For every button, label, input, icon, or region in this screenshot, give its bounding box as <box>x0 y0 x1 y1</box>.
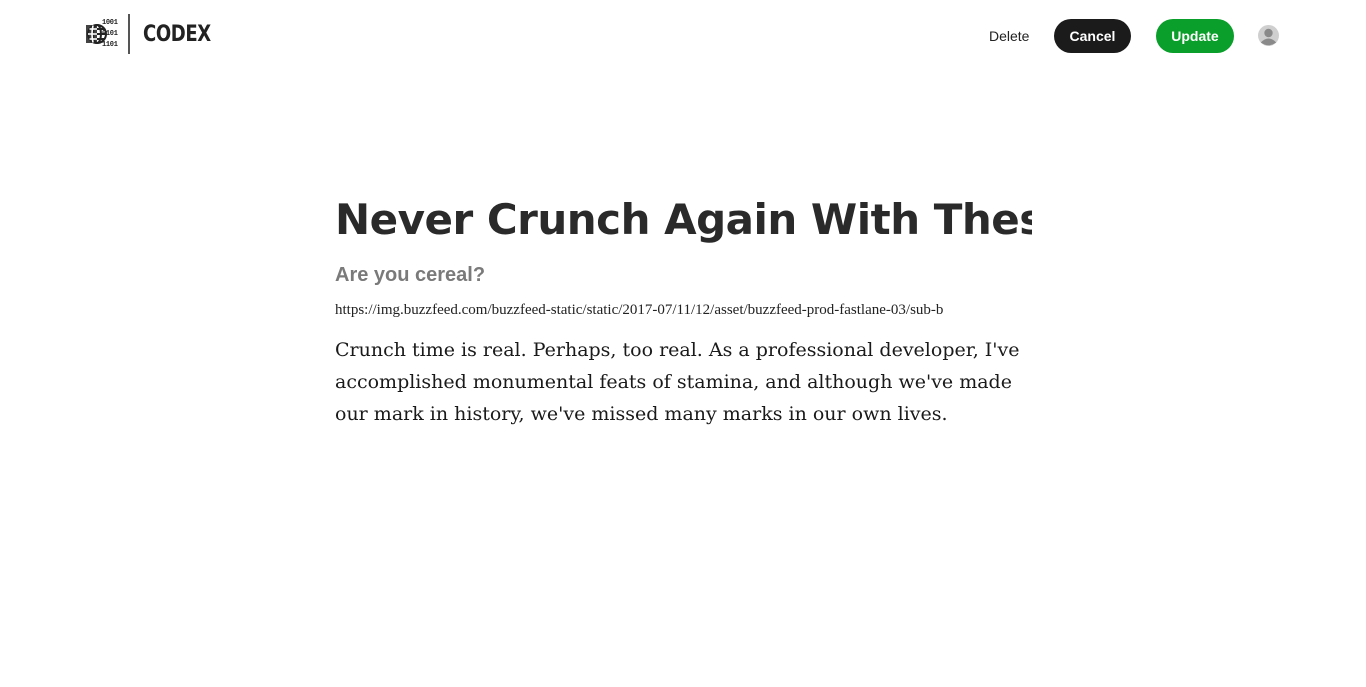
delete-button[interactable]: Delete <box>983 22 1035 50</box>
post-editor: Never Crunch Again With These Fi Are you… <box>335 190 1032 430</box>
globe-icon: 1001 0101 1101 <box>86 14 122 54</box>
top-bar: 1001 0101 1101 CODEX Delete Cancel Updat… <box>0 0 1366 70</box>
logo-binary: 1001 0101 1101 <box>102 18 118 51</box>
post-subtitle-input[interactable]: Are you cereal? <box>335 262 1032 288</box>
logo-binary-line: 1001 <box>102 19 118 27</box>
logo-divider <box>128 14 130 54</box>
post-title-input[interactable]: Never Crunch Again With These Fi <box>335 190 1032 250</box>
update-button[interactable]: Update <box>1156 19 1234 53</box>
post-image-url-input[interactable]: https://img.buzzfeed.com/buzzfeed-static… <box>335 299 1032 321</box>
brand-name: CODEX <box>143 21 211 47</box>
codex-logo[interactable]: 1001 0101 1101 CODEX <box>86 14 226 54</box>
logo-binary-line: 0101 <box>102 30 118 38</box>
post-body-editor[interactable]: Crunch time is real. Perhaps, too real. … <box>335 334 1032 430</box>
logo-binary-line: 1101 <box>102 41 118 49</box>
user-avatar-icon[interactable] <box>1258 25 1279 46</box>
cancel-button[interactable]: Cancel <box>1054 19 1131 53</box>
